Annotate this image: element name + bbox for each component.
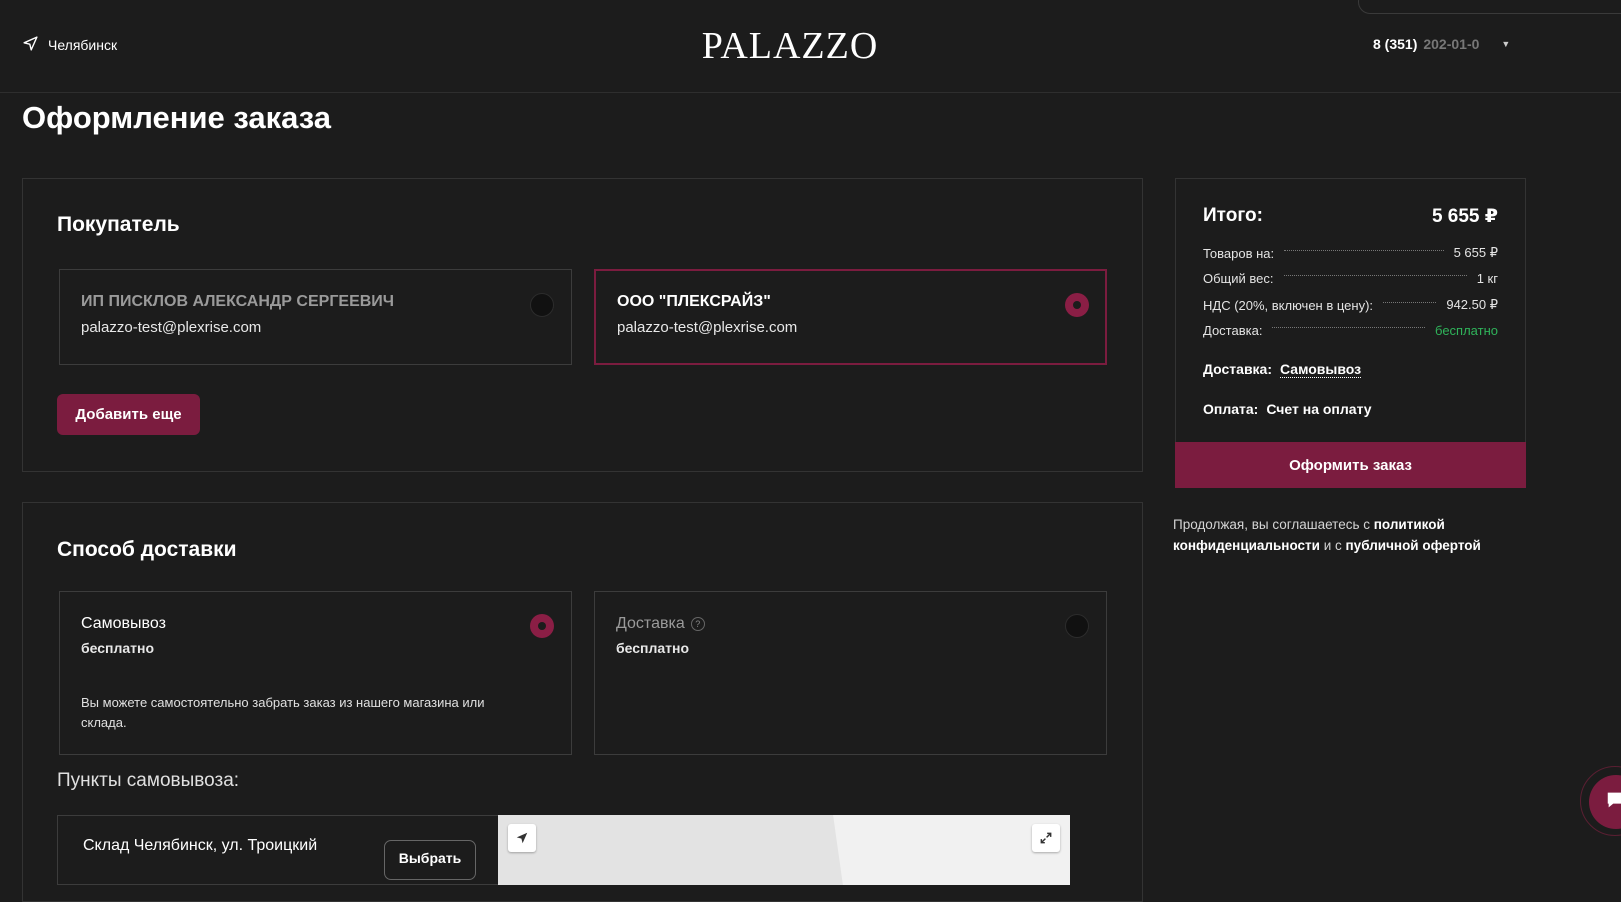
- agreement-text-part: Продолжая, вы соглашаетесь с: [1173, 517, 1371, 532]
- delivery-radio-pickup[interactable]: [530, 614, 554, 638]
- delivery-panel: Способ доставки Самовывоз бесплатно Вы м…: [22, 502, 1143, 902]
- phone-selector[interactable]: 8 (351) 202-01-0 ▼: [1373, 36, 1510, 52]
- buyer-option-1[interactable]: ИП ПИСКЛОВ АЛЕКСАНДР СЕРГЕЕВИЧ palazzo-t…: [59, 269, 572, 365]
- top-bar-fragment: [1358, 0, 1621, 14]
- delivery-title: Способ доставки: [57, 538, 237, 561]
- phone-number: 202-01-0: [1423, 36, 1480, 52]
- summary-row-goods: Товаров на: 5 655 ₽: [1203, 245, 1498, 261]
- row-value: 5 655 ₽: [1453, 245, 1498, 260]
- chat-widget[interactable]: [1580, 766, 1621, 836]
- page-title: Оформление заказа: [22, 100, 332, 135]
- delivery-option-description: Вы можете самостоятельно забрать заказ и…: [81, 695, 485, 730]
- order-summary: Итого: 5 655 ₽ Товаров на: 5 655 ₽ Общий …: [1175, 178, 1526, 488]
- geolocate-icon[interactable]: [508, 824, 536, 852]
- row-label: Товаров на:: [1203, 245, 1275, 261]
- row-value: бесплатно: [1435, 323, 1498, 338]
- caret-down-icon: ▼: [1501, 39, 1511, 49]
- pickup-point-address: Склад Челябинск, ул. Троицкий: [83, 837, 318, 854]
- buyer-radio-1[interactable]: [530, 293, 554, 317]
- delivery-option-pickup[interactable]: Самовывоз бесплатно Вы можете самостояте…: [59, 591, 572, 755]
- summary-total: Итого: 5 655 ₽: [1203, 205, 1498, 228]
- agreement-text: Продолжая, вы соглашаетесь с политикой к…: [1173, 514, 1513, 556]
- total-value: 5 655 ₽: [1431, 206, 1498, 227]
- summary-payment-method: Оплата: Счет на оплату: [1203, 401, 1372, 417]
- delivery-option-name: Самовывоз: [81, 615, 166, 632]
- row-label: Доставка:: [1203, 323, 1263, 338]
- public-offer-link[interactable]: публичной офертой: [1346, 538, 1481, 553]
- buyer-radio-2[interactable]: [1065, 293, 1089, 317]
- delivery-option-courier[interactable]: Доставка? бесплатно: [594, 591, 1107, 755]
- summary-delivery-method: Доставка: Самовывоз: [1203, 361, 1362, 378]
- summary-row-vat: НДС (20%, включен в цену): 942.50 ₽: [1203, 297, 1498, 313]
- delivery-option-price: бесплатно: [616, 640, 690, 656]
- delivery-method-label: Доставка:: [1203, 361, 1273, 377]
- buyer-email: palazzo-test@plexrise.com: [81, 319, 262, 336]
- summary-row-weight: Общий вес: 1 кг: [1203, 271, 1498, 286]
- buyer-name: ИП ПИСКЛОВ АЛЕКСАНДР СЕРГЕЕВИЧ: [81, 293, 395, 310]
- total-label: Итого:: [1203, 205, 1263, 226]
- site-header: Челябинск PALAZZO 8 (351) 202-01-0 ▼: [0, 0, 1621, 93]
- buyer-panel: Покупатель ИП ПИСКЛОВ АЛЕКСАНДР СЕРГЕЕВИ…: [22, 178, 1143, 472]
- delivery-option-name: Доставка: [616, 615, 685, 632]
- choose-pickup-button[interactable]: Выбрать: [384, 840, 476, 880]
- row-label: НДС (20%, включен в цену):: [1203, 297, 1374, 313]
- site-logo[interactable]: PALAZZO: [0, 24, 1580, 68]
- delivery-method-link[interactable]: Самовывоз: [1280, 361, 1362, 378]
- summary-row-delivery: Доставка: бесплатно: [1203, 323, 1498, 338]
- buyer-title: Покупатель: [57, 213, 180, 236]
- delivery-option-price: бесплатно: [81, 640, 155, 656]
- buyer-name: ООО "ПЛЕКСРАЙЗ": [617, 293, 771, 310]
- payment-method-label: Оплата:: [1203, 401, 1259, 417]
- chat-button[interactable]: [1589, 775, 1621, 829]
- payment-method-value: Счет на оплату: [1266, 401, 1372, 417]
- delivery-option-name-wrap: Доставка?: [616, 615, 705, 633]
- agreement-text-part: и с: [1323, 538, 1342, 553]
- buyer-option-2[interactable]: ООО "ПЛЕКСРАЙЗ" palazzo-test@plexrise.co…: [594, 269, 1107, 365]
- buyer-email: palazzo-test@plexrise.com: [617, 319, 798, 336]
- delivery-radio-courier[interactable]: [1065, 614, 1089, 638]
- row-value: 942.50 ₽: [1446, 297, 1498, 312]
- place-order-button[interactable]: Оформить заказ: [1175, 442, 1526, 488]
- row-value: 1 кг: [1476, 271, 1498, 286]
- help-icon[interactable]: ?: [690, 616, 705, 631]
- add-buyer-button[interactable]: Добавить еще: [57, 394, 200, 435]
- pickup-points-title: Пункты самовывоза:: [57, 770, 240, 791]
- chat-bubble-icon: [1605, 789, 1621, 816]
- row-label: Общий вес:: [1203, 271, 1274, 286]
- fullscreen-icon[interactable]: [1032, 824, 1060, 852]
- phone-code: 8 (351): [1373, 36, 1418, 52]
